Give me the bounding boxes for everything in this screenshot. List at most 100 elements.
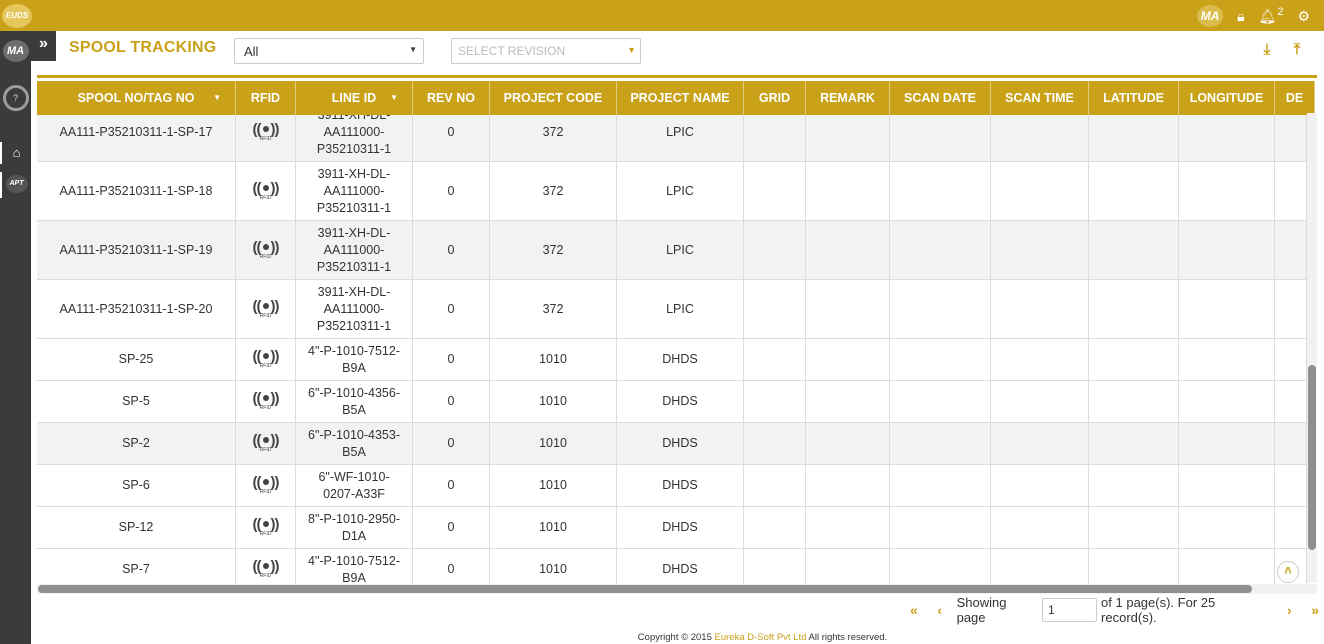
rfid-icon: (()) RFID <box>252 297 280 319</box>
scan-date-cell <box>890 162 991 220</box>
table-row[interactable]: SP-6 (()) RFID 6"-WF-1010-0207-A33F 0 1010 DHD… <box>37 465 1307 507</box>
project-code-cell-text: 372 <box>542 183 564 198</box>
page-title: SPOOL TRACKING <box>69 39 217 56</box>
remark-cell <box>806 115 890 161</box>
sort-caret-icon[interactable]: ▼ <box>213 81 221 115</box>
rfid-cell[interactable]: (()) RFID <box>236 465 296 506</box>
column-header[interactable]: GRID <box>744 81 806 115</box>
download-button[interactable]: ⤓ <box>1258 41 1276 59</box>
column-header[interactable]: RFID <box>236 81 296 115</box>
grid-cell <box>744 162 806 220</box>
horizontal-scrollbar[interactable] <box>37 584 1317 594</box>
horizontal-scroll-thumb[interactable] <box>38 585 1252 593</box>
rfid-cell[interactable]: (()) RFID <box>236 423 296 464</box>
vertical-scrollbar[interactable] <box>1307 113 1317 583</box>
column-header[interactable]: LATITUDE <box>1089 81 1179 115</box>
column-header-label: LATITUDE <box>1103 91 1164 105</box>
rfid-cell[interactable]: (()) RFID <box>236 162 296 220</box>
table-row[interactable]: AA111-P35210311-1-SP-18 (()) RFID 3911-XH-D… <box>37 162 1307 221</box>
table-row[interactable]: SP-7 (()) RFID 4"-P-1010-7512-B9A 0 1010 DHDS <box>37 549 1307 585</box>
extra-cell <box>1275 465 1307 506</box>
last-page-button[interactable]: » <box>1306 602 1324 618</box>
longitude-cell <box>1179 162 1275 220</box>
user-avatar[interactable]: MA <box>1197 5 1224 27</box>
rfid-cell[interactable]: (()) RFID <box>236 221 296 279</box>
rfid-cell[interactable]: (()) RFID <box>236 507 296 548</box>
project-name-cell: DHDS <box>617 549 744 585</box>
column-header[interactable]: PROJECT CODE <box>490 81 617 115</box>
grid-cell <box>744 115 806 161</box>
status-filter-value: All <box>244 44 259 59</box>
table-row[interactable]: SP-2 (()) RFID 6"-P-1010-4353-B5A 0 1010 DHDS <box>37 423 1307 465</box>
project-name-cell-text: DHDS <box>662 478 698 492</box>
rfid-cell[interactable]: (()) RFID <box>236 549 296 585</box>
longitude-cell <box>1179 280 1275 338</box>
column-header[interactable]: SCAN TIME <box>991 81 1089 115</box>
rfid-icon: (()) RFID <box>252 120 280 142</box>
rfid-icon: (()) RFID <box>252 179 280 201</box>
prev-page-button[interactable]: ‹ <box>931 602 949 618</box>
notification-bell-icon[interactable]: 🔔︎2 <box>1259 6 1284 25</box>
caret-down-icon: ▼ <box>627 45 636 55</box>
scan-date-cell <box>890 339 991 380</box>
project-code-cell: 1010 <box>490 381 617 422</box>
first-page-button[interactable]: « <box>905 602 923 618</box>
scan-time-cell <box>991 339 1089 380</box>
rfid-cell[interactable]: (()) RFID <box>236 339 296 380</box>
rfid-cell[interactable]: (()) RFID <box>236 280 296 338</box>
app-logo[interactable]: EUDS <box>2 4 32 28</box>
rev-no-cell-text: 0 <box>447 478 455 492</box>
page-summary: of 1 page(s). For 25 record(s). <box>1101 595 1216 625</box>
settings-gear-icon[interactable]: ⚙︎ <box>1297 8 1310 25</box>
expand-sidebar-button[interactable]: » <box>31 31 56 61</box>
sidebar-item-home[interactable]: ⌂ <box>0 142 31 164</box>
extra-cell <box>1275 339 1307 380</box>
company-link[interactable]: Eureka D-Soft Pvt Ltd <box>715 632 807 643</box>
table-row[interactable]: AA111-P35210311-1-SP-19 (()) RFID 3911-XH-D… <box>37 221 1307 280</box>
status-filter-select[interactable]: All ▼ <box>234 38 424 64</box>
revision-select[interactable]: SELECT REVISION ▼ <box>451 38 641 64</box>
lock-icon[interactable]: 🔒︎ <box>1237 8 1244 25</box>
column-header[interactable]: DE <box>1275 81 1315 115</box>
project-code-cell-text: 1010 <box>539 394 567 408</box>
revision-placeholder: SELECT REVISION <box>458 44 566 58</box>
column-header[interactable]: SPOOL NO/TAG NO ▼ <box>37 81 236 115</box>
table-row[interactable]: SP-5 (()) RFID 6"-P-1010-4356-B5A 0 1010 DHDS <box>37 381 1307 423</box>
back-to-top-button[interactable]: ˄ <box>1277 561 1299 583</box>
page-number-input[interactable] <box>1042 598 1098 622</box>
scan-time-cell <box>991 465 1089 506</box>
rfid-cell[interactable]: (()) RFID <box>236 381 296 422</box>
scan-date-cell <box>890 549 991 585</box>
spool-no-cell: SP-5 <box>37 381 236 422</box>
column-header[interactable]: SCAN DATE <box>890 81 991 115</box>
grid-cell <box>744 423 806 464</box>
project-code-cell-text: 372 <box>542 301 564 316</box>
vertical-scroll-thumb[interactable] <box>1308 365 1316 550</box>
scan-time-cell <box>991 423 1089 464</box>
sidebar-item-ma[interactable]: MA <box>0 40 31 68</box>
ma-logo: MA <box>2 40 29 62</box>
spool-no-cell-text: AA111-P35210311-1-SP-17 <box>59 124 213 139</box>
sidebar-item-apt[interactable]: APT <box>0 172 31 198</box>
column-header[interactable]: LONGITUDE <box>1179 81 1275 115</box>
sidebar-item-help[interactable]: ? <box>0 85 31 117</box>
table-body[interactable]: AA111-P35210311-1-SP-17 (())RFID 3911-XH-D… <box>37 115 1307 585</box>
next-page-button[interactable]: › <box>1280 602 1298 618</box>
spool-no-cell-text: SP-25 <box>118 352 154 366</box>
table-row[interactable]: AA111-P35210311-1-SP-17 (())RFID 3911-XH-D… <box>37 115 1307 162</box>
upload-button[interactable]: ⤒ <box>1288 41 1306 59</box>
sort-caret-icon[interactable]: ▼ <box>390 81 398 115</box>
column-header[interactable]: REV NO <box>413 81 490 115</box>
column-header[interactable]: PROJECT NAME <box>617 81 744 115</box>
spool-no-cell: SP-7 <box>37 549 236 585</box>
column-header[interactable]: LINE ID ▼ <box>296 81 413 115</box>
project-code-cell: 1010 <box>490 465 617 506</box>
table-row[interactable]: SP-25 (()) RFID 4"-P-1010-7512-B9A 0 1010 DHDS <box>37 339 1307 381</box>
rfid-cell[interactable]: (()) RFID <box>236 115 296 161</box>
column-header[interactable]: REMARK <box>806 81 890 115</box>
spool-no-cell: SP-25 <box>37 339 236 380</box>
table-row[interactable]: SP-12 (()) RFID 8"-P-1010-2950-D1A 0 1010 DHDS <box>37 507 1307 549</box>
rev-no-cell-text: 0 <box>447 352 455 366</box>
table-row[interactable]: AA111-P35210311-1-SP-20 (()) RFID 3911-XH-D… <box>37 280 1307 339</box>
rev-no-cell-text: 0 <box>447 242 455 257</box>
